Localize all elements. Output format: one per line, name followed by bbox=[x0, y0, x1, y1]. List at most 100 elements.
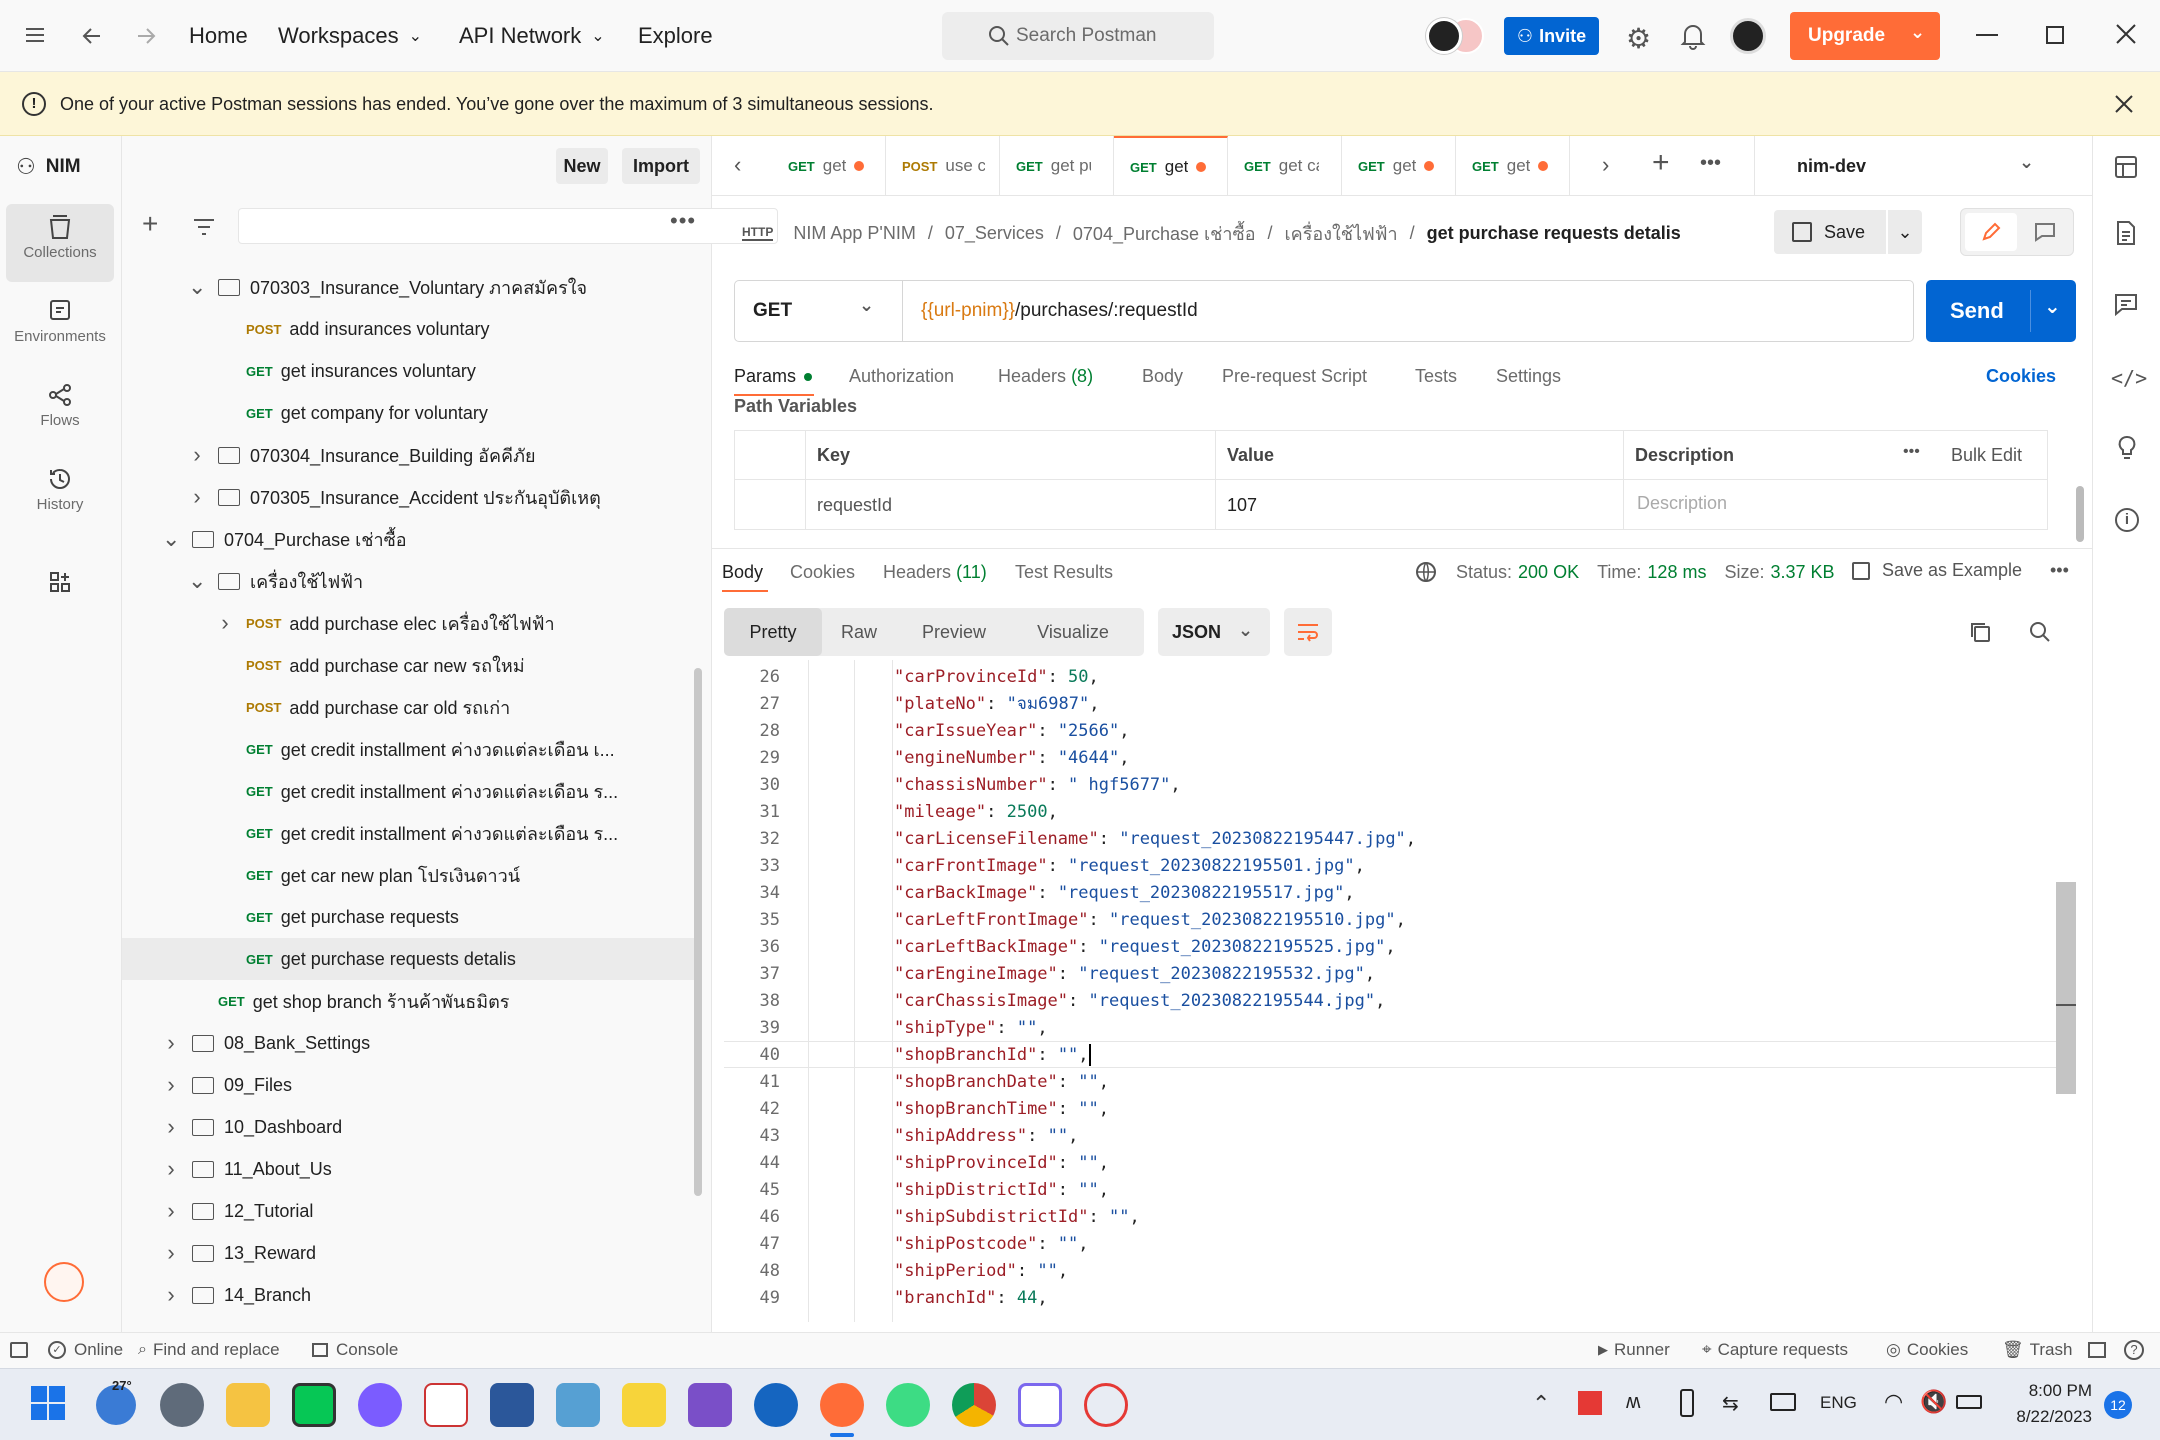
control-icon[interactable]: ⇆ bbox=[1722, 1391, 1739, 1416]
view-pretty-button[interactable]: Pretty bbox=[724, 608, 822, 656]
meter-icon[interactable]: ʍ bbox=[1626, 1391, 1640, 1414]
layout-icon[interactable] bbox=[2088, 1342, 2106, 1358]
chevron-right-icon[interactable]: › bbox=[162, 1030, 180, 1056]
runner-button[interactable]: ▶ Runner bbox=[1598, 1340, 1670, 1360]
chat-app-icon[interactable] bbox=[1084, 1383, 1128, 1427]
response-tab-test-results[interactable]: Test Results bbox=[1015, 562, 1113, 583]
chevron-right-icon[interactable]: › bbox=[162, 1240, 180, 1266]
chevron-right-icon[interactable]: › bbox=[162, 1198, 180, 1224]
windows-start-icon[interactable] bbox=[28, 1383, 72, 1427]
request-tab[interactable]: GET get bbox=[1114, 136, 1228, 196]
tab-authorization[interactable]: Authorization bbox=[849, 366, 954, 387]
postman-app-icon[interactable] bbox=[820, 1383, 864, 1427]
save-button[interactable]: Save bbox=[1774, 210, 1886, 254]
word-icon[interactable] bbox=[490, 1383, 534, 1427]
new-button[interactable]: New bbox=[556, 148, 608, 184]
clock-time[interactable]: 8:00 PM bbox=[2024, 1381, 2092, 1401]
tree-folder[interactable]: ⌄ เครื่องใช้ไฟฟ้า bbox=[122, 560, 694, 602]
chevron-right-icon[interactable]: › bbox=[188, 442, 206, 468]
tree-request[interactable]: GET get credit installment ค่างวดแต่ละเดื… bbox=[122, 728, 694, 770]
help-icon[interactable]: ? bbox=[2124, 1340, 2144, 1360]
tab-prerequest-script[interactable]: Pre-request Script bbox=[1222, 366, 1367, 387]
tree-folder[interactable]: › 13_Reward bbox=[122, 1232, 694, 1274]
request-tab[interactable]: GET get ca bbox=[1228, 136, 1342, 196]
save-options-button[interactable]: ⌄ bbox=[1888, 210, 1922, 254]
tabs-scroll-left-icon[interactable]: ‹ bbox=[734, 152, 741, 178]
chevron-right-icon[interactable]: › bbox=[216, 610, 234, 636]
response-tab-body[interactable]: Body bbox=[722, 562, 763, 583]
search-icon[interactable] bbox=[2028, 620, 2052, 644]
tab-settings[interactable]: Settings bbox=[1496, 366, 1561, 387]
rail-environments[interactable]: Environments bbox=[6, 288, 114, 366]
send-button[interactable]: Send ⌄ bbox=[1926, 280, 2076, 342]
clock-date[interactable]: 8/22/2023 bbox=[2002, 1407, 2092, 1427]
response-tab-cookies[interactable]: Cookies bbox=[790, 562, 855, 583]
url-input[interactable]: {{url-pnim}} /purchases/:requestId bbox=[921, 281, 1198, 341]
param-value[interactable]: 107 bbox=[1227, 495, 1257, 516]
request-title[interactable]: get purchase requests detalis bbox=[1427, 223, 1681, 244]
method-select[interactable]: GET ⌄ bbox=[735, 281, 903, 341]
wifi-icon[interactable]: ◠ bbox=[1884, 1389, 1903, 1415]
line-app-icon[interactable] bbox=[292, 1383, 336, 1427]
tree-request[interactable]: POST add insurances voluntary bbox=[122, 308, 694, 350]
volume-mute-icon[interactable]: 🔇 bbox=[1920, 1389, 1947, 1415]
rail-collections[interactable]: Collections bbox=[6, 204, 114, 282]
amd-icon[interactable] bbox=[1578, 1391, 1602, 1415]
tree-folder[interactable]: › 070304_Insurance_Building อัคคีภัย bbox=[122, 434, 694, 476]
minimize-icon[interactable] bbox=[1976, 34, 1998, 36]
chevron-right-icon[interactable]: › bbox=[162, 1114, 180, 1140]
request-tab[interactable]: GET get bbox=[772, 136, 886, 196]
visual-studio-icon[interactable] bbox=[688, 1383, 732, 1427]
tree-folder[interactable]: ⌄ 0704_Purchase เช่าซื้อ bbox=[122, 518, 694, 560]
response-time[interactable]: 128 ms bbox=[1647, 562, 1706, 583]
console-button[interactable]: Console bbox=[312, 1340, 398, 1360]
chevron-right-icon[interactable]: › bbox=[188, 484, 206, 510]
chevron-right-icon[interactable]: › bbox=[162, 1072, 180, 1098]
request-tab[interactable]: GET get bbox=[1342, 136, 1456, 196]
settings-app-icon[interactable] bbox=[160, 1383, 204, 1427]
file-explorer-icon[interactable] bbox=[226, 1383, 270, 1427]
chevron-right-icon[interactable]: › bbox=[162, 1282, 180, 1308]
tree-request[interactable]: GET get credit installment ค่างวดแต่ละเดื… bbox=[122, 812, 694, 854]
notepad-icon[interactable] bbox=[556, 1383, 600, 1427]
globe-icon[interactable] bbox=[1414, 560, 1438, 584]
tree-folder[interactable]: ⌄ 070303_Insurance_Voluntary ภาคสมัครใจ bbox=[122, 266, 694, 308]
snipping-tool-icon[interactable] bbox=[424, 1383, 468, 1427]
nav-api-network[interactable]: API Network ⌄ bbox=[459, 0, 605, 72]
messenger-icon[interactable] bbox=[358, 1383, 402, 1427]
info-icon[interactable]: i bbox=[2115, 508, 2139, 532]
rail-history[interactable]: History bbox=[6, 456, 114, 534]
forward-arrow-icon[interactable] bbox=[134, 24, 158, 48]
tree-request[interactable]: GET get purchase requests bbox=[122, 896, 694, 938]
request-tab[interactable]: GET get bbox=[1456, 136, 1570, 196]
lightbulb-icon[interactable] bbox=[2115, 434, 2139, 462]
battery-icon[interactable] bbox=[1956, 1395, 1982, 1409]
nav-home[interactable]: Home bbox=[189, 0, 248, 72]
tree-request[interactable]: GET get company for voluntary bbox=[122, 392, 694, 434]
view-preview-button[interactable]: Preview bbox=[904, 608, 1004, 656]
tree-request[interactable]: GET get insurances voluntary bbox=[122, 350, 694, 392]
response-body-editor[interactable]: 26 "carProvinceId": 50, 27 "plateNo": "จม69… bbox=[724, 660, 2076, 1322]
menu-icon[interactable] bbox=[24, 24, 46, 46]
cookies-button[interactable]: ◎ Cookies bbox=[1886, 1340, 1968, 1360]
tab-params[interactable]: Params bbox=[734, 366, 813, 387]
environment-quick-look-icon[interactable] bbox=[2113, 154, 2141, 180]
tree-request[interactable]: GET get credit installment ค่างวดแต่ละเดื… bbox=[122, 770, 694, 812]
tab-headers[interactable]: Headers (8) bbox=[998, 366, 1093, 387]
close-icon[interactable] bbox=[2114, 94, 2134, 114]
editor-scrollbar[interactable] bbox=[2056, 882, 2076, 1094]
chevron-right-icon[interactable]: › bbox=[162, 1156, 180, 1182]
tab-tests[interactable]: Tests bbox=[1415, 366, 1457, 387]
usb-icon[interactable] bbox=[1680, 1389, 1694, 1417]
tree-request[interactable]: GET get shop branch ร้านค้าพันธมิตร bbox=[122, 980, 694, 1022]
restore-icon[interactable] bbox=[2046, 26, 2064, 44]
bell-icon[interactable] bbox=[1680, 22, 1706, 50]
workspace-header[interactable]: ⚇ NIM bbox=[16, 152, 81, 182]
maps-icon[interactable] bbox=[754, 1383, 798, 1427]
import-button[interactable]: Import bbox=[622, 148, 700, 184]
tree-folder[interactable]: › 08_Bank_Settings bbox=[122, 1022, 694, 1064]
breadcrumb-item[interactable]: เครื่องใช้ไฟฟ้า bbox=[1285, 219, 1398, 248]
tree-request[interactable]: POST add purchase car old รถเก่า bbox=[122, 686, 694, 728]
request-tab[interactable]: GET get pu bbox=[1000, 136, 1114, 196]
android-studio-icon[interactable] bbox=[886, 1383, 930, 1427]
